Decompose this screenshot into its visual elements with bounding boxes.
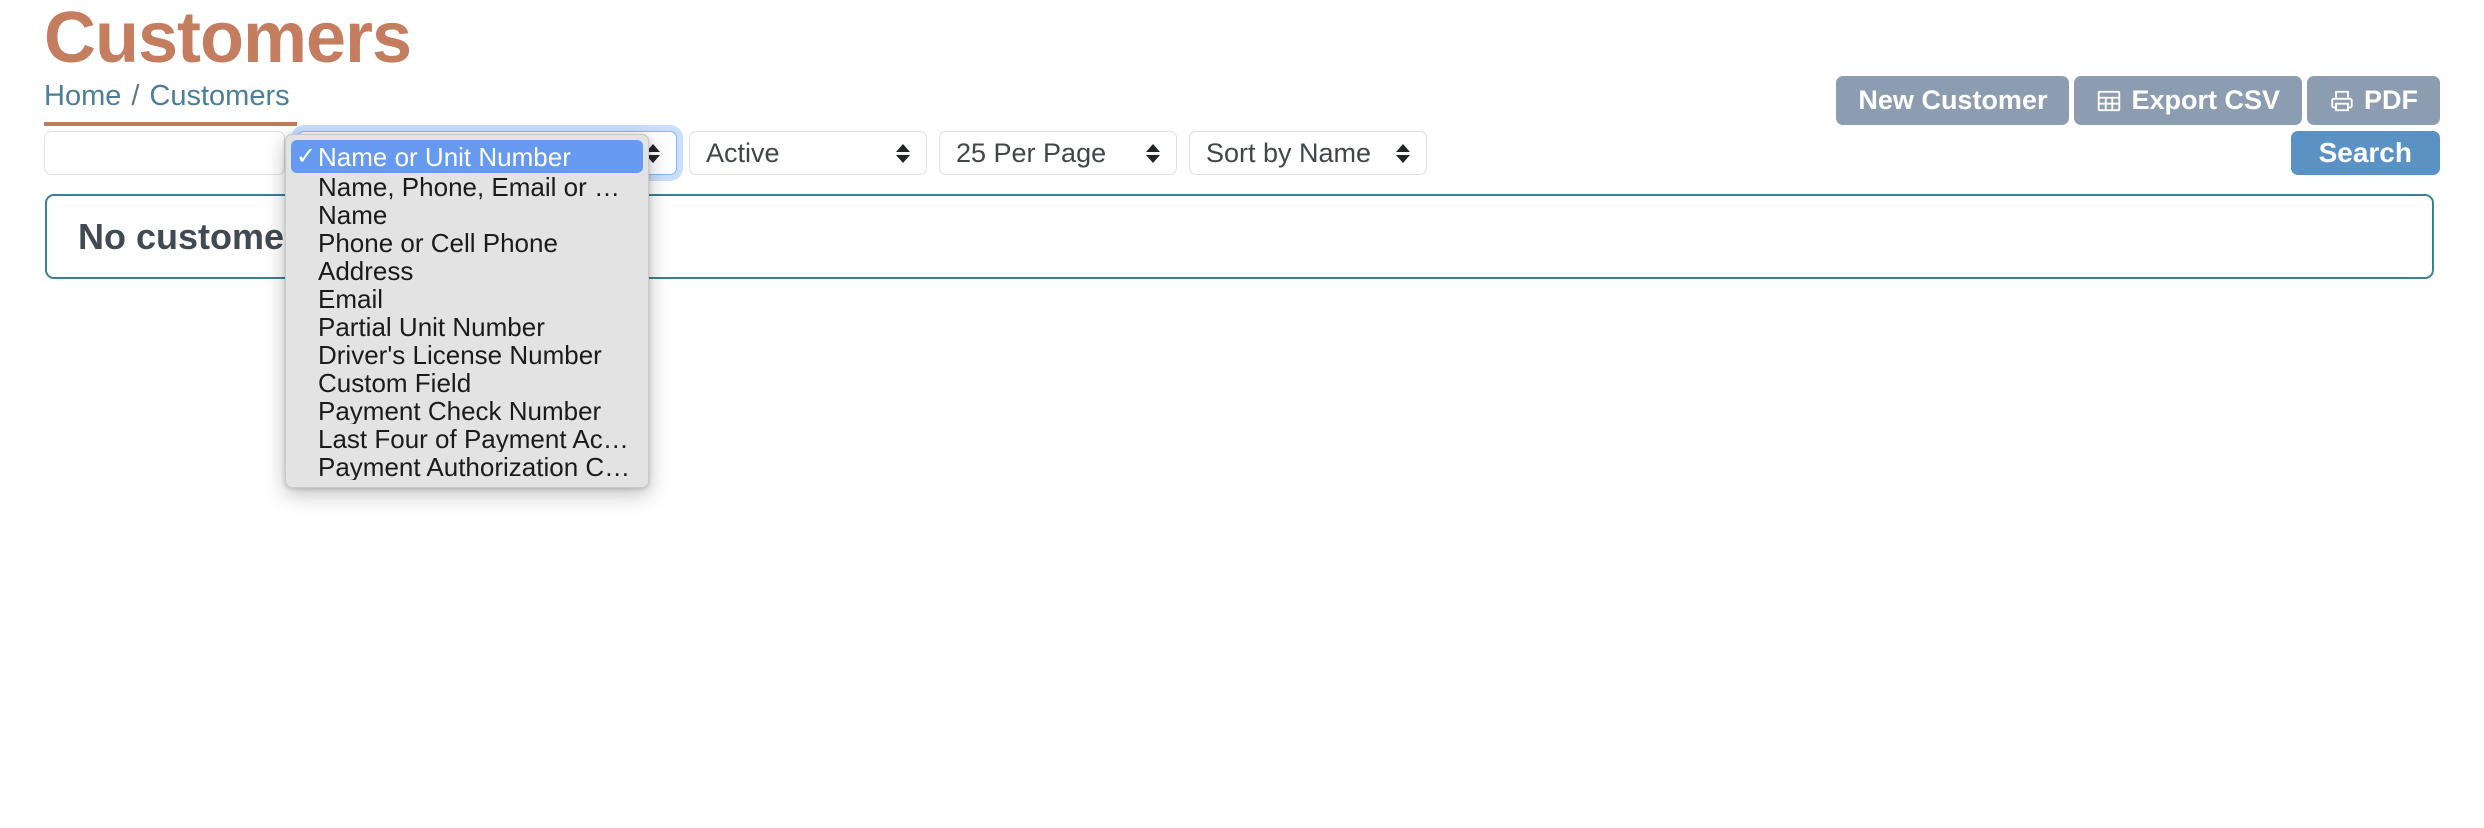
search-type-dropdown-popup[interactable]: ✓ Name or Unit Number Name, Phone, Email… [285,134,649,488]
dropdown-option-label: Driver's License Number [318,342,602,368]
chevron-updown-icon [1146,140,1160,166]
dropdown-option-label: Last Four of Payment Account [318,426,638,452]
new-customer-button-label: New Customer [1858,85,2048,115]
sort-select-value: Sort by Name [1206,137,1372,168]
dropdown-option[interactable]: Payment Check Number [286,397,648,425]
dropdown-option[interactable]: ✓ Name or Unit Number [291,140,643,173]
dropdown-option-label: Payment Authorization Code [318,454,638,480]
dropdown-option[interactable]: Custom Field [286,369,648,397]
title-underline-rule [44,122,297,126]
dropdown-option[interactable]: Name [286,201,648,229]
search-button[interactable]: Search [2290,131,2440,175]
per-page-select[interactable]: 25 Per Page [939,131,1177,175]
pdf-button[interactable]: PDF [2307,76,2440,125]
search-button-label: Search [2318,137,2412,168]
breadcrumb-link-home[interactable]: Home [44,80,121,112]
page-title: Customers [44,0,412,78]
dropdown-option-label: Name [318,202,388,228]
dropdown-option[interactable]: Email [286,285,648,313]
pdf-button-label: PDF [2364,85,2418,115]
breadcrumb-separator: / [131,80,140,112]
chevron-updown-icon [896,140,910,166]
search-type-option-list: ✓ Name or Unit Number Name, Phone, Email… [286,140,648,481]
page-actions-toolbar: New Customer Export CSV PDF [1836,76,2440,125]
page-container: Customers Home / Customers New Customer Ex… [0,0,2484,828]
dropdown-option-label: Phone or Cell Phone [318,230,558,256]
dropdown-option[interactable]: Payment Authorization Code [286,453,648,481]
dropdown-option-label: Custom Field [318,370,472,396]
new-customer-button[interactable]: New Customer [1836,76,2070,125]
dropdown-option[interactable]: Last Four of Payment Account [286,425,648,453]
breadcrumb-current-customers[interactable]: Customers [149,80,289,112]
dropdown-option[interactable]: Partial Unit Number [286,313,648,341]
dropdown-option[interactable]: Phone or Cell Phone [286,229,648,257]
status-select-value: Active [706,137,780,168]
chevron-updown-icon [1396,140,1410,166]
dropdown-option-label: Name or Unit Number [318,143,571,170]
table-icon [2096,88,2122,114]
dropdown-option-label: Name, Phone, Email or Unit Number [318,174,638,200]
dropdown-option-label: Payment Check Number [318,398,602,424]
checkmark-icon: ✓ [296,142,317,170]
sort-select[interactable]: Sort by Name [1189,131,1427,175]
status-select[interactable]: Active [689,131,927,175]
search-input[interactable] [44,131,285,175]
breadcrumb: Home / Customers [44,82,290,111]
export-csv-button-label: Export CSV [2131,85,2280,115]
dropdown-option-label: Email [318,286,384,312]
printer-icon [2329,88,2355,114]
dropdown-option-label: Partial Unit Number [318,314,545,340]
dropdown-option[interactable]: Address [286,257,648,285]
export-csv-button[interactable]: Export CSV [2074,76,2302,125]
dropdown-option[interactable]: Driver's License Number [286,341,648,369]
dropdown-option-label: Address [318,258,414,284]
per-page-select-value: 25 Per Page [956,137,1107,168]
dropdown-option[interactable]: Name, Phone, Email or Unit Number [286,173,648,201]
